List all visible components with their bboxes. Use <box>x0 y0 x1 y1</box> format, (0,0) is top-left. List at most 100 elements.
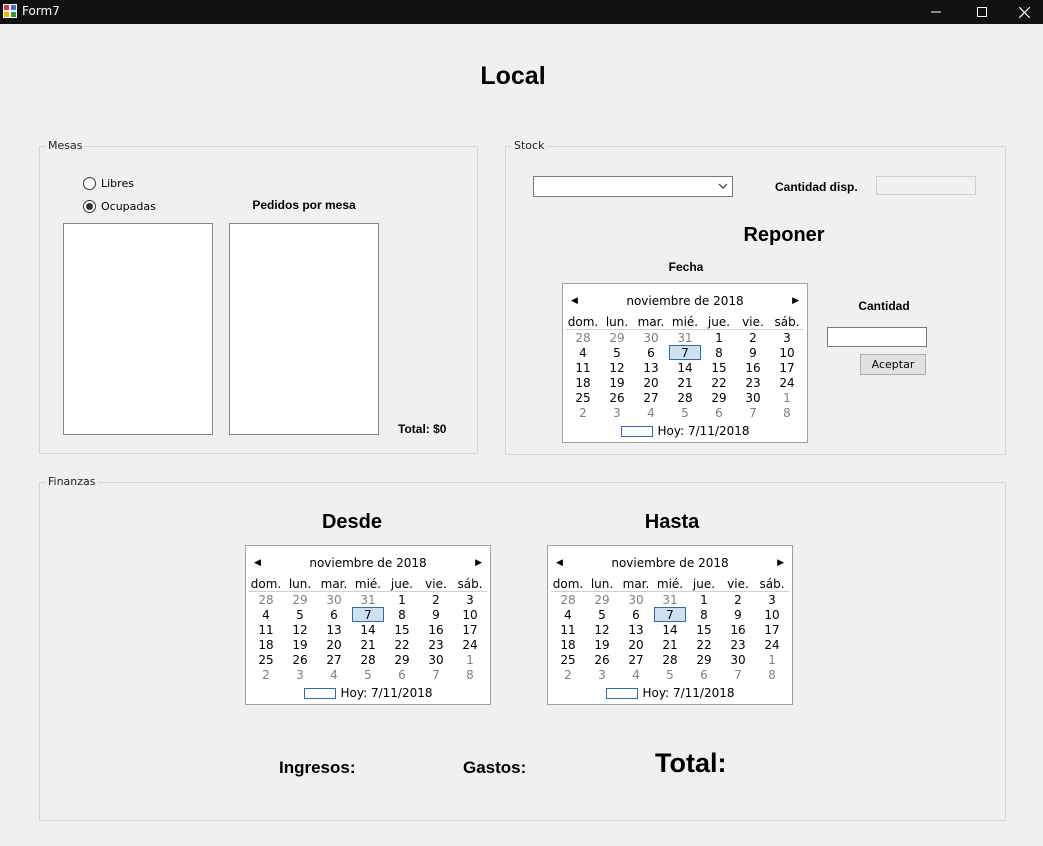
calendar-day[interactable]: 7 <box>419 667 453 682</box>
calendar-day[interactable]: 28 <box>551 592 585 607</box>
chevron-down-icon[interactable] <box>718 182 728 190</box>
calendar-day[interactable]: 29 <box>385 652 419 667</box>
calendar-day[interactable]: 5 <box>283 607 317 622</box>
calendar-day[interactable]: 6 <box>619 607 653 622</box>
calendar-day[interactable]: 9 <box>736 345 770 360</box>
calendar-day[interactable]: 17 <box>770 360 804 375</box>
calendar-day[interactable]: 1 <box>770 390 804 405</box>
calendar-day[interactable]: 26 <box>283 652 317 667</box>
calendar-day[interactable]: 28 <box>566 330 600 345</box>
calendar-day[interactable]: 27 <box>634 390 668 405</box>
calendar-day[interactable]: 22 <box>385 637 419 652</box>
calendar-day[interactable]: 15 <box>702 360 736 375</box>
calendar-day[interactable]: 22 <box>702 375 736 390</box>
calendar-day[interactable]: 5 <box>585 607 619 622</box>
calendar-day[interactable]: 23 <box>736 375 770 390</box>
calendar-day[interactable]: 25 <box>551 652 585 667</box>
calendar-day[interactable]: 14 <box>653 622 687 637</box>
calendar-day[interactable]: 16 <box>419 622 453 637</box>
mesas-listbox[interactable] <box>63 223 213 435</box>
calendar-day[interactable]: 24 <box>453 637 487 652</box>
calendar-day[interactable]: 11 <box>551 622 585 637</box>
calendar-day-today[interactable]: 7 <box>654 607 686 622</box>
calendar-day[interactable]: 8 <box>770 405 804 420</box>
calendar-day[interactable]: 8 <box>453 667 487 682</box>
calendar-day[interactable]: 8 <box>385 607 419 622</box>
calendar-day[interactable]: 3 <box>585 667 619 682</box>
calendar-day[interactable]: 31 <box>653 592 687 607</box>
maximize-button[interactable] <box>959 0 1005 24</box>
stock-today-link[interactable]: Hoy: 7/11/2018 <box>563 424 807 438</box>
calendar-day[interactable]: 27 <box>317 652 351 667</box>
calendar-day[interactable]: 2 <box>721 592 755 607</box>
calendar-day[interactable]: 4 <box>249 607 283 622</box>
calendar-day[interactable]: 6 <box>634 345 668 360</box>
calendar-day[interactable]: 17 <box>755 622 789 637</box>
calendar-day[interactable]: 25 <box>249 652 283 667</box>
calendar-day[interactable]: 12 <box>600 360 634 375</box>
calendar-day[interactable]: 29 <box>283 592 317 607</box>
product-combobox[interactable] <box>533 176 733 197</box>
calendar-day[interactable]: 7 <box>721 667 755 682</box>
calendar-day[interactable]: 20 <box>634 375 668 390</box>
radio-ocupadas-circle[interactable] <box>83 200 96 213</box>
reponer-calendar[interactable]: ◀ noviembre de 2018 ▶ dom. lun. mar. mié. jue. v… <box>562 283 808 443</box>
calendar-day[interactable]: 13 <box>634 360 668 375</box>
calendar-day[interactable]: 8 <box>687 607 721 622</box>
radio-libres[interactable]: Libres <box>83 177 134 190</box>
calendar-day[interactable]: 1 <box>385 592 419 607</box>
calendar-day[interactable]: 1 <box>702 330 736 345</box>
calendar-day[interactable]: 4 <box>317 667 351 682</box>
calendar-day[interactable]: 1 <box>453 652 487 667</box>
calendar-day[interactable]: 3 <box>755 592 789 607</box>
calendar-day[interactable]: 24 <box>770 375 804 390</box>
close-button[interactable] <box>1005 0 1043 24</box>
calendar-day[interactable]: 29 <box>687 652 721 667</box>
calendar-day[interactable]: 3 <box>770 330 804 345</box>
calendar-day[interactable]: 2 <box>419 592 453 607</box>
calendar-day[interactable]: 15 <box>385 622 419 637</box>
calendar-day[interactable]: 25 <box>566 390 600 405</box>
calendar-day[interactable]: 20 <box>619 637 653 652</box>
next-month-icon[interactable]: ▶ <box>792 296 799 306</box>
calendar-day[interactable]: 28 <box>668 390 702 405</box>
aceptar-button[interactable]: Aceptar <box>860 354 926 375</box>
calendar-day[interactable]: 19 <box>585 637 619 652</box>
calendar-day[interactable]: 28 <box>653 652 687 667</box>
calendar-day[interactable]: 10 <box>755 607 789 622</box>
calendar-day[interactable]: 23 <box>721 637 755 652</box>
calendar-day[interactable]: 1 <box>687 592 721 607</box>
calendar-day[interactable]: 16 <box>736 360 770 375</box>
calendar-day[interactable]: 21 <box>351 637 385 652</box>
calendar-day[interactable]: 31 <box>668 330 702 345</box>
calendar-day[interactable]: 10 <box>453 607 487 622</box>
calendar-day[interactable]: 30 <box>634 330 668 345</box>
calendar-day[interactable]: 26 <box>600 390 634 405</box>
calendar-day[interactable]: 5 <box>351 667 385 682</box>
calendar-day[interactable]: 28 <box>351 652 385 667</box>
hasta-calendar[interactable]: ◀ noviembre de 2018 ▶ dom. lun. mar. mié. jue. v… <box>547 545 793 705</box>
pedidos-listbox[interactable] <box>229 223 379 435</box>
calendar-day[interactable]: 12 <box>283 622 317 637</box>
hasta-today-link[interactable]: Hoy: 7/11/2018 <box>548 686 792 700</box>
calendar-day-today[interactable]: 7 <box>352 607 384 622</box>
calendar-day[interactable]: 6 <box>385 667 419 682</box>
calendar-day[interactable]: 17 <box>453 622 487 637</box>
calendar-day[interactable]: 29 <box>702 390 736 405</box>
radio-libres-circle[interactable] <box>83 177 96 190</box>
radio-ocupadas[interactable]: Ocupadas <box>83 200 156 213</box>
calendar-day[interactable]: 20 <box>317 637 351 652</box>
desde-calendar[interactable]: ◀ noviembre de 2018 ▶ dom. lun. mar. mié. jue. v… <box>245 545 491 705</box>
calendar-day[interactable]: 30 <box>317 592 351 607</box>
calendar-day[interactable]: 27 <box>619 652 653 667</box>
stock-calendar-month[interactable]: noviembre de 2018 <box>563 294 807 308</box>
calendar-day[interactable]: 28 <box>249 592 283 607</box>
calendar-day[interactable]: 29 <box>585 592 619 607</box>
calendar-day[interactable]: 2 <box>249 667 283 682</box>
calendar-day[interactable]: 13 <box>317 622 351 637</box>
calendar-day[interactable]: 12 <box>585 622 619 637</box>
calendar-day[interactable]: 8 <box>702 345 736 360</box>
calendar-day[interactable]: 5 <box>600 345 634 360</box>
calendar-day[interactable]: 6 <box>317 607 351 622</box>
calendar-day[interactable]: 30 <box>736 390 770 405</box>
